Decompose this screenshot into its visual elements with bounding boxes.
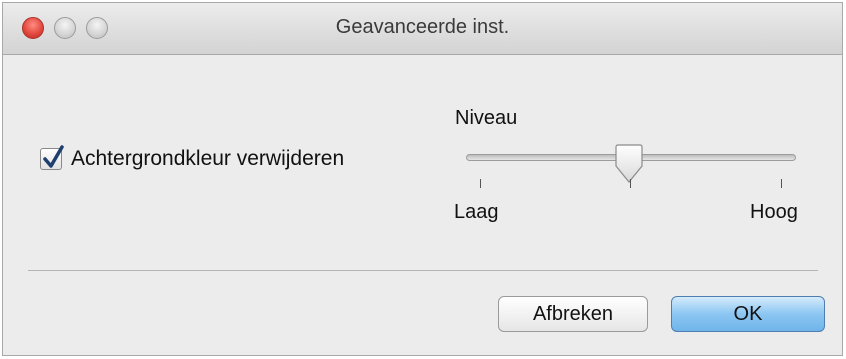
level-max-label: Hoog bbox=[750, 201, 798, 223]
checkmark-icon bbox=[43, 145, 64, 168]
level-label: Niveau bbox=[455, 107, 518, 129]
title-bar: Geavanceerde inst. bbox=[3, 3, 842, 55]
window-title: Geavanceerde inst. bbox=[335, 16, 510, 38]
slider-tick-low bbox=[480, 179, 481, 188]
cancel-button[interactable]: Afbreken bbox=[498, 296, 648, 332]
ok-button[interactable]: OK bbox=[671, 296, 825, 332]
remove-background-checkbox[interactable] bbox=[40, 145, 64, 170]
remove-background-option[interactable]: Achtergrondkleur verwijderen bbox=[40, 145, 345, 171]
separator bbox=[28, 270, 818, 271]
level-slider-knob[interactable] bbox=[612, 144, 646, 186]
slider-tick-high bbox=[781, 179, 782, 188]
slider-tick-mid bbox=[630, 179, 631, 188]
remove-background-label: Achtergrondkleur verwijderen bbox=[71, 147, 345, 170]
level-min-label: Laag bbox=[454, 201, 499, 223]
